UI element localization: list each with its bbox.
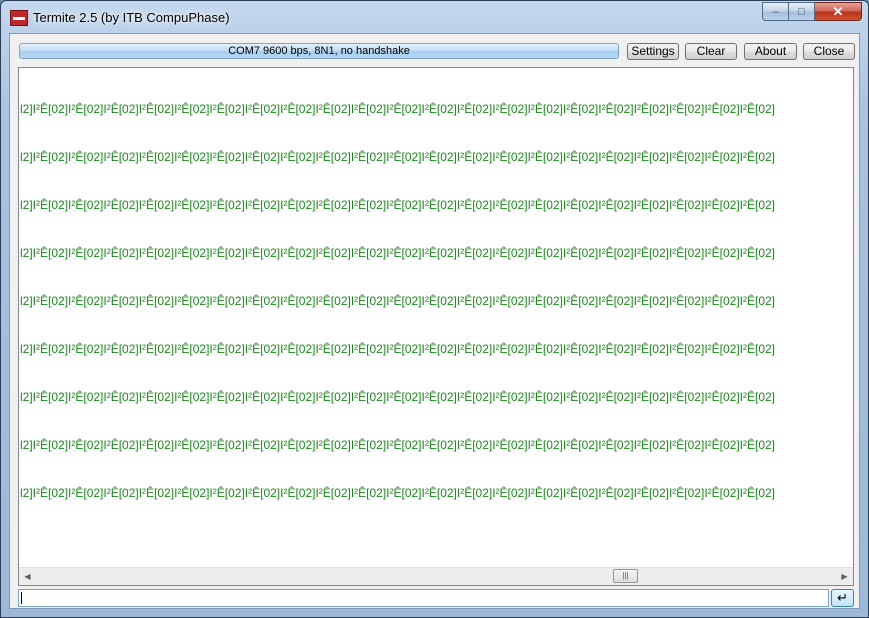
close-icon: ✕ — [832, 3, 844, 19]
maximize-button[interactable]: □ — [789, 2, 815, 21]
output-line: l2]I²Ê[02]I²Ê[02]I²Ê[02]I²Ê[02]I²Ê[02]I²… — [20, 102, 776, 116]
caption-buttons: – □ ✕ — [762, 2, 862, 22]
maximize-icon: □ — [798, 5, 805, 18]
output-line: l2]I²Ê[02]I²Ê[02]I²Ê[02]I²Ê[02]I²Ê[02]I²… — [20, 198, 776, 212]
output-line: l2]I²Ê[02]I²Ê[02]I²Ê[02]I²Ê[02]I²Ê[02]I²… — [20, 390, 776, 404]
send-button[interactable]: ↵ — [831, 589, 854, 607]
termite-window: Termite 2.5 (by ITB CompuPhase) – □ ✕ CO… — [0, 0, 869, 618]
scroll-left-arrow-icon[interactable]: ◀ — [19, 568, 36, 585]
scrollbar-thumb[interactable]: ||| — [613, 569, 638, 583]
title-bar[interactable]: Termite 2.5 (by ITB CompuPhase) – □ ✕ — [1, 1, 868, 31]
horizontal-scrollbar[interactable]: ◀ ||| ▶ — [19, 567, 853, 585]
output-line: l2]I²Ê[02]I²Ê[02]I²Ê[02]I²Ê[02]I²Ê[02]I²… — [20, 486, 776, 500]
window-close-button[interactable]: ✕ — [815, 2, 862, 21]
scroll-right-arrow-icon[interactable]: ▶ — [836, 568, 853, 585]
output-line: l2]I²Ê[02]I²Ê[02]I²Ê[02]I²Ê[02]I²Ê[02]I²… — [20, 294, 776, 308]
minimize-icon: – — [772, 5, 779, 18]
output-lines: l2]I²Ê[02]I²Ê[02]I²Ê[02]I²Ê[02]I²Ê[02]I²… — [20, 69, 852, 569]
minimize-button[interactable]: – — [762, 2, 789, 21]
window-title: Termite 2.5 (by ITB CompuPhase) — [33, 10, 230, 25]
text-caret — [21, 592, 22, 604]
output-line: l2]I²Ê[02]I²Ê[02]I²Ê[02]I²Ê[02]I²Ê[02]I²… — [20, 342, 776, 356]
output-line: l2]I²Ê[02]I²Ê[02]I²Ê[02]I²Ê[02]I²Ê[02]I²… — [20, 150, 776, 164]
about-button[interactable]: About — [744, 43, 797, 60]
enter-icon: ↵ — [837, 590, 848, 605]
close-button[interactable]: Close — [803, 43, 855, 60]
settings-button[interactable]: Settings — [627, 43, 679, 60]
output-line: l2]I²Ê[02]I²Ê[02]I²Ê[02]I²Ê[02]I²Ê[02]I²… — [20, 438, 776, 452]
received-data-view[interactable]: l2]I²Ê[02]I²Ê[02]I²Ê[02]I²Ê[02]I²Ê[02]I²… — [18, 67, 854, 586]
send-input[interactable] — [18, 589, 829, 607]
termite-app-icon[interactable] — [10, 10, 28, 26]
output-line: l2]I²Ê[02]I²Ê[02]I²Ê[02]I²Ê[02]I²Ê[02]I²… — [20, 246, 776, 260]
client-area: COM7 9600 bps, 8N1, no handshake Setting… — [9, 33, 860, 609]
port-status-button[interactable]: COM7 9600 bps, 8N1, no handshake — [19, 43, 619, 59]
clear-button[interactable]: Clear — [685, 43, 737, 60]
